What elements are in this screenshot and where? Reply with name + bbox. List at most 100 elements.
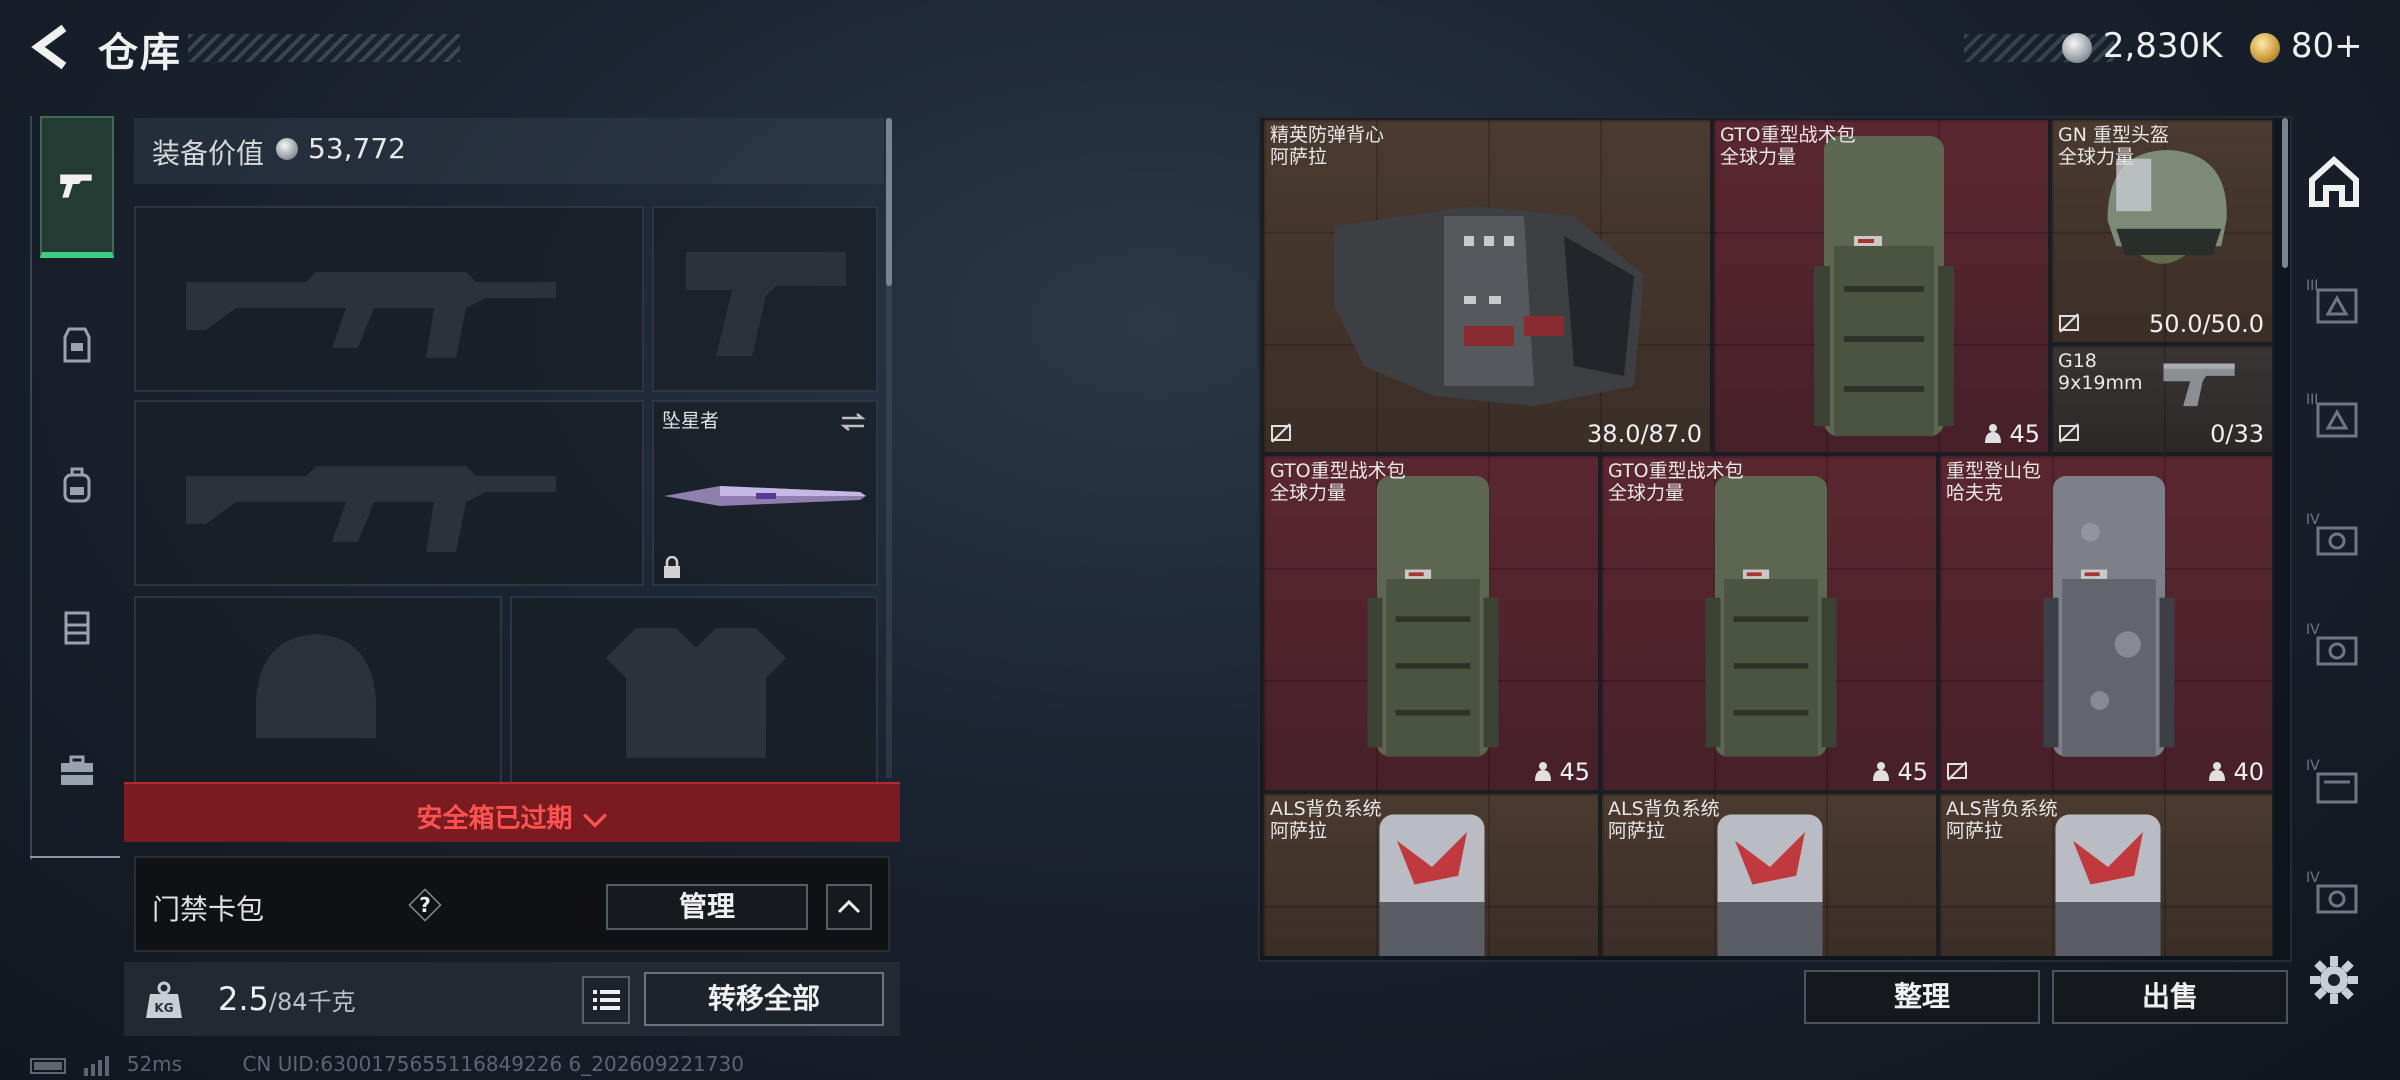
safe-box-label-wrap: 安全箱已过期 — [124, 798, 900, 835]
stash-item[interactable]: G18 9x19mm 0/33 — [2050, 344, 2274, 454]
tab-case[interactable] — [42, 736, 112, 806]
tab-rig[interactable] — [42, 592, 112, 662]
equipment-value: 53,772 — [308, 132, 406, 165]
battery-icon — [30, 1057, 66, 1074]
tab-bar-divider — [30, 856, 120, 858]
rifle-silhouette-icon — [186, 272, 556, 358]
swap-icon[interactable] — [838, 412, 868, 432]
IV-camera-case-icon: IV — [2306, 622, 2358, 666]
equipment-value-label: 装备价值 — [152, 137, 265, 170]
tab-stash-main[interactable] — [2302, 150, 2366, 214]
item-name: GN 重型头盔 — [2058, 124, 2169, 146]
rifle-silhouette-icon — [186, 466, 556, 552]
helmet-slot[interactable] — [134, 596, 502, 786]
sort-button[interactable]: 整理 — [1804, 970, 2040, 1024]
stash-item[interactable]: GTO重型战术包 全球力量 45 — [1262, 454, 1600, 792]
tab-backpack[interactable] — [42, 450, 112, 520]
tab-stash-6[interactable]: IV — [2302, 752, 2366, 816]
stash-item[interactable]: 精英防弹背心 阿萨拉 38.0/87.0 — [1262, 118, 1712, 454]
item-capacity: 45 — [1559, 758, 1590, 786]
item-brand: 全球力量 — [1720, 146, 1797, 168]
weight-value: 2.5 — [218, 980, 269, 1018]
item-capacity: 45 — [1897, 758, 1928, 786]
back-arrow-icon[interactable] — [26, 22, 76, 72]
svg-text:IV: IV — [2306, 622, 2320, 638]
item-label: ALS背负系统 阿萨拉 — [1608, 798, 1720, 842]
item-durability: 50.0/50.0 — [2149, 310, 2264, 338]
left-scrollbar[interactable] — [886, 118, 892, 286]
svg-text:KG: KG — [154, 1001, 173, 1015]
item-label: 精英防弹背心 阿萨拉 — [1270, 124, 1384, 168]
capacity-icon — [1873, 762, 1889, 781]
item-brand: 哈夫克 — [1946, 482, 2004, 504]
stash-item[interactable]: GTO重型战术包 全球力量 45 — [1712, 118, 2050, 454]
currency-gold: 80+ — [2250, 26, 2363, 66]
tab-weapons[interactable] — [40, 116, 114, 258]
transfer-all-button[interactable]: 转移全部 — [644, 972, 884, 1026]
armor-slot[interactable] — [510, 596, 878, 786]
silver-coin-icon — [276, 138, 298, 160]
item-brand: 阿萨拉 — [1608, 820, 1666, 842]
secondary-weapon-slot[interactable] — [134, 400, 644, 586]
item-brand: 全球力量 — [1270, 482, 1347, 504]
help-glyph: ? — [419, 893, 431, 917]
list-view-button[interactable] — [582, 976, 630, 1024]
list-icon — [593, 990, 620, 1010]
capacity-icon — [1535, 762, 1551, 781]
stash-item[interactable]: ALS背负系统 阿萨拉 — [1938, 792, 2274, 956]
item-label: GN 重型头盔 全球力量 — [2058, 124, 2169, 168]
sidearm-slot[interactable] — [652, 206, 878, 392]
tab-armor[interactable] — [42, 310, 112, 380]
keycard-label: 门禁卡包 — [152, 893, 265, 926]
melee-slot[interactable]: 坠星者 — [652, 400, 878, 586]
weight-capacity: /84千克 — [268, 988, 356, 1016]
ping-value: 52ms — [126, 1052, 183, 1076]
pistol-silhouette-icon — [686, 252, 846, 356]
svg-text:IV: IV — [2306, 870, 2320, 886]
item-brand: 阿萨拉 — [1946, 820, 2004, 842]
no-insure-icon — [2059, 313, 2079, 333]
melee-name: 坠星者 — [662, 410, 720, 432]
item-name: GTO重型战术包 — [1608, 460, 1744, 482]
stash-item[interactable]: GN 重型头盔 全球力量 50.0/50.0 — [2050, 118, 2274, 344]
item-name: GTO重型战术包 — [1720, 124, 1856, 146]
tab-stash-4[interactable]: IV — [2302, 506, 2366, 570]
item-name: ALS背负系统 — [1270, 798, 1382, 820]
capacity-icon — [2209, 762, 2225, 781]
item-brand: 全球力量 — [1608, 482, 1685, 504]
item-capacity: 40 — [2233, 758, 2264, 786]
tab-stash-3[interactable]: III — [2302, 386, 2366, 450]
armor-vest-icon — [63, 327, 91, 363]
item-name: ALS背负系统 — [1946, 798, 2058, 820]
tab-stash-7[interactable]: IV — [2302, 864, 2366, 928]
item-name: 精英防弹背心 — [1270, 124, 1385, 146]
collapse-button[interactable] — [826, 884, 872, 930]
helmet-silhouette-icon — [256, 634, 376, 738]
safe-box-label: 安全箱已过期 — [416, 804, 573, 834]
sell-button[interactable]: 出售 — [2052, 970, 2288, 1024]
manage-button[interactable]: 管理 — [606, 884, 808, 930]
tab-stash-2[interactable]: III — [2302, 272, 2366, 336]
stash-item[interactable]: GTO重型战术包 全球力量 45 — [1600, 454, 1938, 792]
help-icon[interactable]: ? — [408, 888, 442, 922]
status-bar: 52ms CN UID:6300175655116849226 6_202609… — [30, 1052, 744, 1076]
tab-stash-5[interactable]: IV — [2302, 616, 2366, 680]
item-name: G18 — [2058, 350, 2097, 372]
item-capacity: 45 — [2009, 420, 2040, 448]
stash-item[interactable]: ALS背负系统 阿萨拉 — [1262, 792, 1600, 956]
stash-tab-bar: III III IV IV IV IV — [2294, 116, 2374, 936]
primary-weapon-slot[interactable] — [134, 206, 644, 392]
III-armor-case-icon: III — [2306, 392, 2358, 438]
III-armor-case-icon: III — [2306, 278, 2358, 324]
stash-item[interactable]: 重型登山包 哈夫克 40 — [1938, 454, 2274, 792]
stash-scrollbar[interactable] — [2282, 118, 2288, 268]
left-tab-bar — [30, 116, 114, 860]
gear-icon[interactable] — [2306, 952, 2362, 1008]
silver-coin-icon — [2062, 32, 2092, 63]
safe-box-banner[interactable]: 安全箱已过期 — [124, 782, 900, 842]
stash-item[interactable]: ALS背负系统 阿萨拉 — [1600, 792, 1938, 956]
item-label: G18 9x19mm — [2058, 350, 2143, 394]
item-label: ALS背负系统 阿萨拉 — [1270, 798, 1382, 842]
IV-case-icon: IV — [2306, 758, 2358, 804]
signal-icon — [84, 1055, 110, 1076]
